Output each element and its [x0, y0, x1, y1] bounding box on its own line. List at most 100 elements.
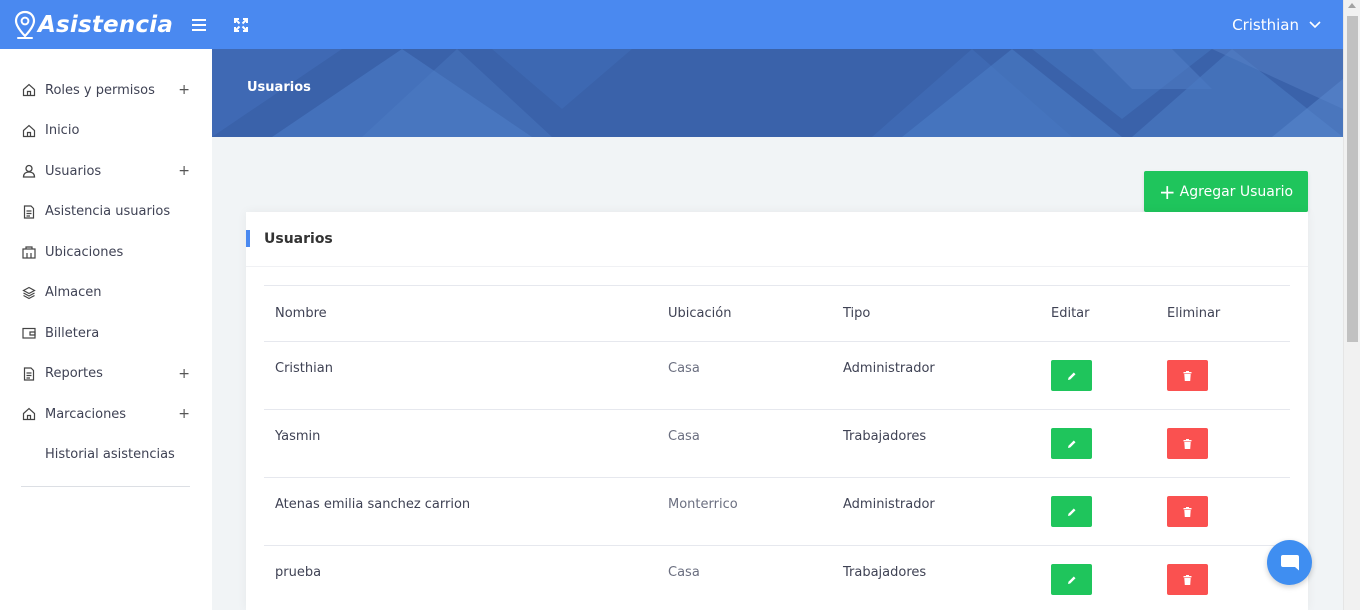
delete-button[interactable]: [1167, 564, 1208, 595]
cell-editar: [1040, 410, 1156, 478]
expand-plus-icon[interactable]: +: [178, 83, 190, 97]
sidebar-item-label: Reportes: [45, 366, 103, 382]
edit-button[interactable]: [1051, 496, 1092, 527]
edit-button[interactable]: [1051, 360, 1092, 391]
cell-editar: [1040, 342, 1156, 410]
sidebar-item-historial-asistencias[interactable]: Historial asistencias: [0, 435, 212, 476]
cell-ubicacion: Monterrico: [668, 497, 738, 512]
sidebar-divider: [21, 486, 190, 487]
user-menu[interactable]: Cristhian: [1232, 0, 1321, 49]
trash-icon: [1183, 506, 1192, 517]
sidebar-item-asistencia-usuarios[interactable]: Asistencia usuarios: [0, 192, 212, 233]
sidebar-item-usuarios[interactable]: Usuarios +: [0, 151, 212, 192]
sidebar-item-label: Ubicaciones: [45, 244, 124, 260]
cell-tipo: Administrador: [843, 497, 935, 512]
sidebar-item-label: Almacen: [45, 285, 102, 301]
column-header-ubicacion[interactable]: Ubicación: [657, 286, 832, 342]
chat-button[interactable]: [1267, 540, 1312, 585]
column-header-eliminar: Eliminar: [1167, 306, 1221, 321]
card-accent-bar: [246, 230, 250, 247]
delete-button[interactable]: [1167, 428, 1208, 459]
cell-editar: [1040, 478, 1156, 546]
add-user-button[interactable]: + Agregar Usuario: [1144, 171, 1308, 212]
trash-icon: [1183, 574, 1192, 585]
add-user-label: Agregar Usuario: [1179, 183, 1294, 200]
cell-tipo: Trabajadores: [843, 565, 927, 580]
delete-button[interactable]: [1167, 496, 1208, 527]
home-icon: [21, 123, 36, 138]
sidebar-item-reportes[interactable]: Reportes +: [0, 354, 212, 395]
card-title: Usuarios: [264, 231, 333, 247]
column-header-editar: Editar: [1051, 306, 1090, 321]
cell-editar: [1040, 546, 1156, 610]
home-icon: [21, 407, 36, 422]
edit-button[interactable]: [1051, 564, 1092, 595]
cell-tipo: Administrador: [843, 361, 935, 376]
plus-icon: +: [1158, 179, 1176, 204]
building-icon: [21, 245, 36, 260]
table-row: Yasmin Casa Trabajadores: [264, 410, 1290, 478]
wallet-icon: [21, 326, 36, 341]
sidebar-item-inicio[interactable]: Inicio: [0, 111, 212, 152]
scroll-up-arrow-icon[interactable]: [1348, 3, 1356, 8]
cell-nombre: prueba: [275, 565, 322, 580]
column-header-tipo[interactable]: Tipo: [832, 286, 1040, 342]
sidebar-item-ubicaciones[interactable]: Ubicaciones: [0, 232, 212, 273]
sidebar-item-roles-y-permisos[interactable]: Roles y permisos +: [0, 70, 212, 111]
table-row: Atenas emilia sanchez carrion Monterrico…: [264, 478, 1290, 546]
sidebar-item-billetera[interactable]: Billetera: [0, 313, 212, 354]
vertical-scrollbar[interactable]: [1343, 0, 1360, 610]
cell-eliminar: [1156, 410, 1290, 478]
cell-ubicacion: Casa: [668, 361, 700, 376]
expand-plus-icon[interactable]: +: [178, 164, 190, 178]
sidebar-item-almacen[interactable]: Almacen: [0, 273, 212, 314]
cell-nombre: Atenas emilia sanchez carrion: [275, 497, 471, 512]
sidebar-item-label: Marcaciones: [45, 406, 127, 422]
expand-plus-icon[interactable]: +: [178, 407, 190, 421]
expand-plus-icon[interactable]: +: [178, 367, 190, 381]
pencil-icon: [1067, 440, 1075, 448]
user-name: Cristhian: [1232, 15, 1299, 34]
chat-icon: [1280, 554, 1299, 570]
location-pin-icon: [14, 10, 36, 39]
users-card: Usuarios Nombre Ubicación Tipo Editar El…: [246, 212, 1308, 610]
fullscreen-icon[interactable]: [226, 10, 256, 40]
trash-icon: [1183, 438, 1192, 449]
cell-eliminar: [1156, 478, 1290, 546]
table-row: Cristhian Casa Administrador: [264, 342, 1290, 410]
table-header-row: Nombre Ubicación Tipo Editar Eliminar: [264, 285, 1290, 342]
edit-button[interactable]: [1051, 428, 1092, 459]
pencil-icon: [1067, 576, 1075, 584]
sidebar-item-label: Inicio: [45, 123, 80, 139]
sidebar-item-marcaciones[interactable]: Marcaciones +: [0, 394, 212, 435]
page-title: Usuarios: [247, 80, 311, 95]
menu-toggle-icon[interactable]: [184, 10, 214, 40]
layers-icon: [21, 285, 36, 300]
users-table: Nombre Ubicación Tipo Editar Eliminar Cr…: [264, 285, 1290, 610]
cell-ubicacion: Casa: [668, 565, 700, 580]
pencil-icon: [1067, 508, 1075, 516]
card-header: Usuarios: [246, 212, 1308, 267]
sidebar-item-label: Historial asistencias: [45, 447, 175, 463]
sidebar-item-label: Billetera: [45, 325, 100, 341]
page-banner: Usuarios: [212, 49, 1343, 137]
brand-logo[interactable]: Asistencia: [0, 10, 212, 40]
trash-icon: [1183, 370, 1192, 381]
sidebar-item-label: Asistencia usuarios: [45, 204, 171, 220]
pencil-icon: [1067, 372, 1075, 380]
sidebar-item-label: Roles y permisos: [45, 82, 155, 98]
cell-ubicacion: Casa: [668, 429, 700, 444]
user-icon: [21, 164, 36, 179]
cell-eliminar: [1156, 342, 1290, 410]
brand-name: Asistencia: [38, 11, 174, 38]
top-bar: Asistencia Cristhian: [0, 0, 1343, 49]
scrollbar-thumb[interactable]: [1347, 16, 1358, 342]
sidebar: Roles y permisos + Inicio Usuarios + Asi…: [0, 49, 212, 610]
chevron-down-icon: [1309, 20, 1321, 28]
delete-button[interactable]: [1167, 360, 1208, 391]
home-icon: [21, 83, 36, 98]
column-header-nombre[interactable]: Nombre: [264, 286, 657, 342]
cell-nombre: Cristhian: [275, 361, 333, 376]
banner-pattern: [212, 49, 1343, 137]
document-icon: [21, 204, 36, 219]
